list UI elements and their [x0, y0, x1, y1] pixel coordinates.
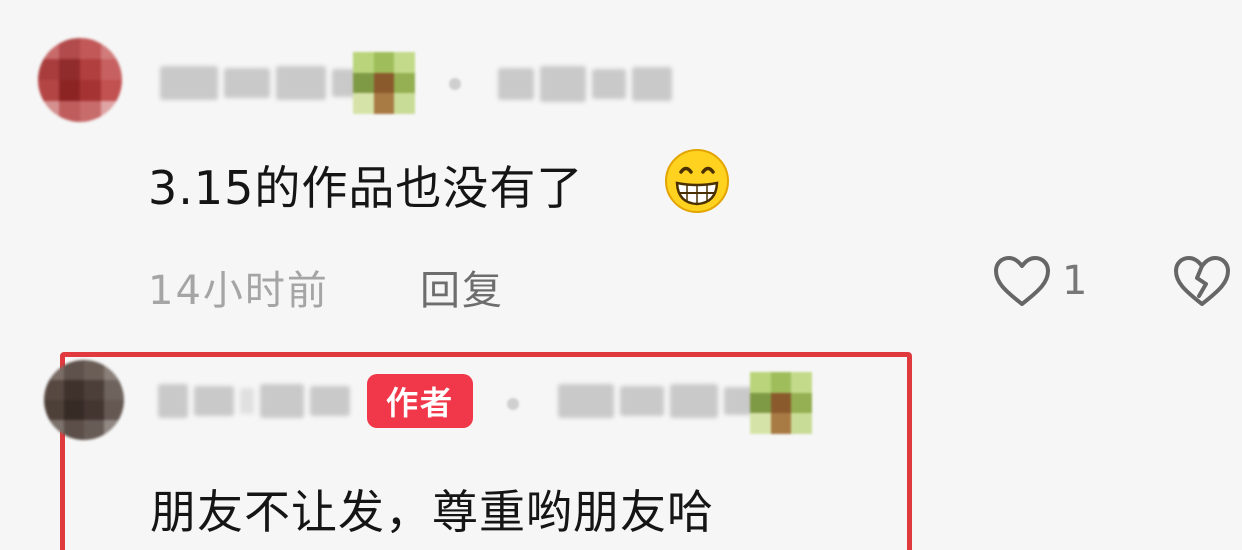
avatar[interactable] [44, 360, 124, 440]
heart-icon[interactable] [992, 254, 1052, 308]
comment-text: 3.15的作品也没有了 [148, 152, 583, 218]
avatar[interactable] [38, 38, 122, 122]
like-count: 1 [1062, 258, 1088, 304]
author-reply-text: 朋友不让发，尊重哟朋友哈 [150, 485, 714, 539]
comment-text-content: 3.15的作品也没有了 [148, 161, 584, 215]
reply-button[interactable]: 回复 [420, 258, 504, 316]
user-info-blurred [498, 66, 672, 102]
author-username-blurred[interactable] [158, 384, 350, 418]
grinning-face-icon [665, 149, 729, 213]
separator-dot [449, 78, 461, 90]
dislike-broken-heart-icon[interactable] [1172, 254, 1232, 308]
user-badge-icon [353, 52, 415, 114]
author-tag: 作者 [367, 374, 473, 428]
separator-dot [507, 398, 519, 410]
user-badge-icon [750, 372, 812, 434]
comment-time: 14小时前 [148, 268, 329, 314]
